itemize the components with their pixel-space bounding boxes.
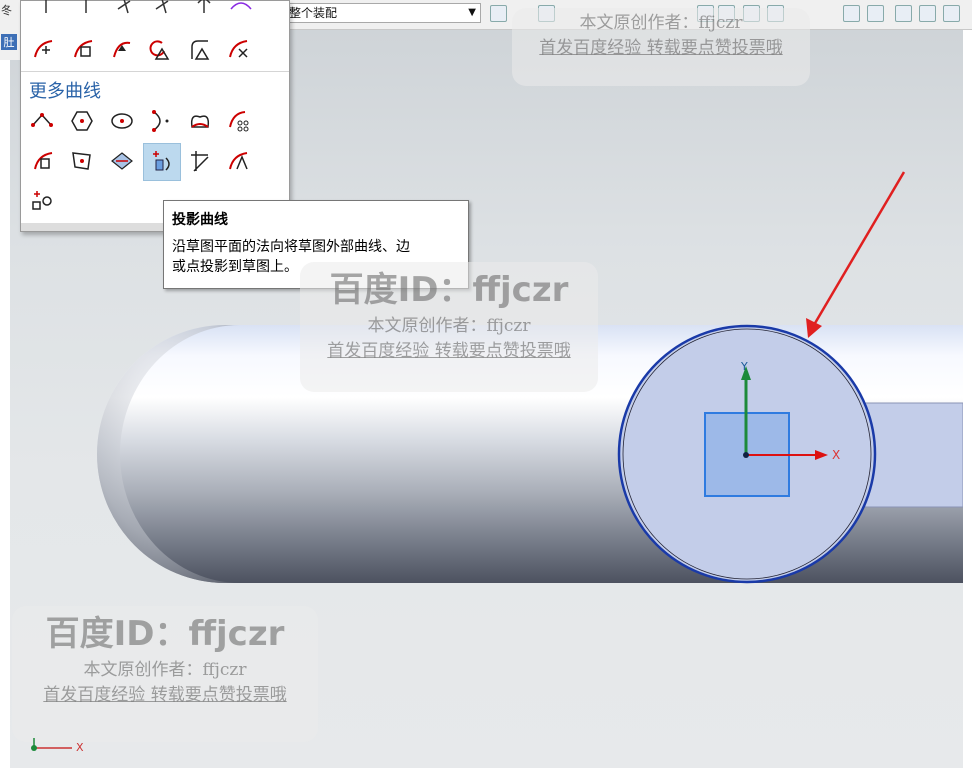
watermark-note: 首发百度经验 转载要点赞投票哦 xyxy=(539,38,783,58)
ellipse-icon[interactable] xyxy=(107,107,137,135)
axis-y-label: Y xyxy=(740,360,748,373)
watermark-author: 本文原创作者：ffjczr xyxy=(579,13,743,33)
intersection-point-icon[interactable] xyxy=(185,147,215,175)
sketch-tool-3-icon[interactable] xyxy=(109,0,139,21)
watermark: 百度ID：ffjczr 本文原创作者：ffjczr 首发百度经验 转载要点赞投票… xyxy=(300,262,598,392)
project-curve-icon[interactable] xyxy=(143,143,181,181)
offset-curve-icon[interactable] xyxy=(29,147,59,175)
offset-move-icon[interactable] xyxy=(69,35,99,63)
center-icon[interactable] xyxy=(919,5,936,22)
quadrant-icon[interactable] xyxy=(943,5,960,22)
curve-snap-icon[interactable] xyxy=(867,5,884,22)
endpoint-icon[interactable] xyxy=(895,5,912,22)
axis-x-label: X xyxy=(832,448,840,462)
derived-curve-icon[interactable] xyxy=(107,147,137,175)
watermark-id: 百度ID：ffjczr xyxy=(45,614,285,654)
pattern-curve-icon[interactable] xyxy=(224,107,254,135)
chevron-down-icon[interactable]: ▼ xyxy=(468,4,476,22)
sketch-tool-5-icon[interactable] xyxy=(189,0,219,21)
polygon-vertex-icon[interactable] xyxy=(27,107,57,135)
sketch-tool-6-icon[interactable] xyxy=(226,0,256,21)
watermark-author: 本文原创作者：ffjczr xyxy=(367,316,531,336)
tooltip-title: 投影曲线 xyxy=(172,212,228,228)
add-existing-curve-icon[interactable] xyxy=(224,147,254,175)
watermark: 本文原创作者：ffjczr 首发百度经验 转载要点赞投票哦 xyxy=(512,8,810,86)
filter-icon[interactable] xyxy=(490,5,507,22)
left-strip: 冬 肚 xyxy=(0,0,20,60)
point-icon[interactable] xyxy=(27,187,57,215)
sketch-tool-2-icon[interactable] xyxy=(71,0,101,21)
conic-icon[interactable] xyxy=(145,107,175,135)
delete-curve-icon[interactable] xyxy=(145,35,175,63)
triad-x-label: X xyxy=(76,741,84,754)
polygon-icon[interactable] xyxy=(67,107,97,135)
assembly-scope-value: 整个装配 xyxy=(289,6,338,20)
more-curves-heading: 更多曲线 xyxy=(29,81,101,102)
assembly-scope-select[interactable]: 整个装配 ▼ xyxy=(286,3,481,23)
strip-label-top: 冬 xyxy=(1,4,12,17)
strip-label-tab[interactable]: 肚 xyxy=(1,34,17,50)
resize-chamfer-icon[interactable] xyxy=(185,35,215,63)
watermark-author: 本文原创作者：ffjczr xyxy=(83,660,247,680)
watermark: 百度ID：ffjczr 本文原创作者：ffjczr 首发百度经验 转载要点赞投票… xyxy=(12,606,318,742)
watermark-note: 首发百度经验 转载要点赞投票哦 xyxy=(327,341,571,361)
tooltip-body-line1: 沿草图平面的法向将草图外部曲线、边 xyxy=(172,239,410,255)
mirror-curve-icon[interactable] xyxy=(67,147,97,175)
sketch-tool-1-icon[interactable] xyxy=(31,0,61,21)
resize-curve-icon[interactable] xyxy=(107,35,137,63)
trim-curve-icon[interactable] xyxy=(224,35,254,63)
panel-divider xyxy=(21,71,289,72)
end-face xyxy=(864,402,963,508)
watermark-id: 百度ID：ffjczr xyxy=(329,270,569,310)
sketch-tool-4-icon[interactable] xyxy=(147,0,177,21)
point-snap-icon[interactable] xyxy=(843,5,860,22)
move-curve-icon[interactable] xyxy=(29,35,59,63)
curve-gallery-panel: 更多曲线 xyxy=(20,0,290,232)
intersect-curve-icon[interactable] xyxy=(185,107,215,135)
watermark-note: 首发百度经验 转载要点赞投票哦 xyxy=(43,685,287,705)
